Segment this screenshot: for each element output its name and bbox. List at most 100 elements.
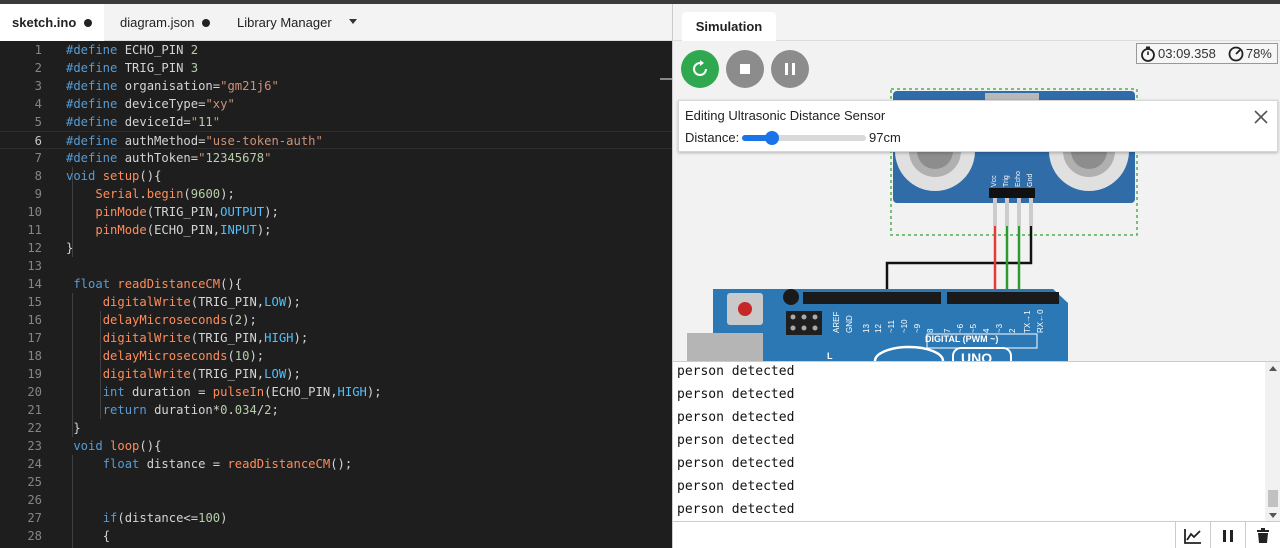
code-text: digitalWrite(TRIG_PIN,LOW); (102, 367, 301, 381)
serial-scrollbar[interactable] (1265, 362, 1280, 521)
code-line[interactable]: 23 void loop(){ (0, 437, 672, 455)
code-line[interactable]: 4 #define deviceType="xy" (0, 95, 672, 113)
code-line[interactable]: 25 (0, 473, 672, 491)
tab-diagram-json[interactable]: diagram.json (106, 4, 218, 41)
tab-library-manager[interactable]: Library Manager (222, 4, 364, 41)
code-line[interactable]: 6 #define authMethod="use-token-auth" (0, 131, 672, 149)
simulation-pane: Simulation Vcc Trig Echo Gnd DIGITAL (PW… (672, 4, 1280, 548)
simulation-timer: 03:09.358 78% (1136, 43, 1278, 64)
clear-serial-button[interactable] (1245, 522, 1279, 548)
code-line[interactable]: 11 pinMode(ECHO_PIN,INPUT); (0, 221, 672, 239)
edit-panel-title: Editing Ultrasonic Distance Sensor (685, 108, 886, 123)
code-line[interactable]: 16 delayMicroseconds(2); (0, 311, 672, 329)
trash-icon (1256, 527, 1269, 543)
wire-gnd[interactable] (853, 226, 1033, 297)
code-line[interactable]: 10 pinMode(TRIG_PIN,OUTPUT); (0, 203, 672, 221)
code-text: } (66, 241, 74, 255)
code-line[interactable]: 27 if(distance<=100) (0, 509, 672, 527)
serial-output-line: person detected (677, 364, 795, 379)
code-line[interactable]: 26 (0, 491, 672, 509)
serial-output-line: person detected (677, 410, 795, 425)
scroll-thumb[interactable] (1268, 490, 1278, 507)
code-line[interactable]: 19 digitalWrite(TRIG_PIN,LOW); (0, 365, 672, 383)
code-editor-pane: sketch.ino diagram.json Library Manager … (0, 4, 672, 548)
simulation-speed: 78% (1245, 46, 1272, 61)
code-area[interactable]: 1 #define ECHO_PIN 2 2 #define TRIG_PIN 3 3 #… (0, 41, 672, 548)
code-line[interactable]: 3 #define organisation="gm21j6" (0, 77, 672, 95)
code-text: #define TRIG_PIN 3 (66, 61, 199, 75)
pause-serial-button[interactable] (1210, 522, 1244, 548)
serial-input-bar (673, 521, 1280, 548)
distance-slider[interactable] (742, 131, 866, 145)
slider-thumb[interactable] (764, 131, 779, 145)
code-line[interactable]: 5 #define deviceId="11" (0, 113, 672, 131)
serial-monitor-output[interactable]: person detected person detected person det… (673, 361, 1280, 521)
close-icon[interactable] (1253, 109, 1269, 125)
plotter-button[interactable] (1175, 522, 1209, 548)
code-line[interactable]: 13 (0, 257, 672, 275)
code-line[interactable]: 7 #define authToken="12345678" (0, 149, 672, 167)
code-line[interactable]: 17 digitalWrite(TRIG_PIN,HIGH); (0, 329, 672, 347)
stop-simulation-button[interactable] (726, 50, 764, 88)
scroll-up-icon[interactable] (1269, 366, 1277, 371)
code-line[interactable]: 21 return duration*0.034/2; (0, 401, 672, 419)
simulation-tab-bar: Simulation (673, 4, 1280, 41)
sensor-pin-label: Echo (1015, 171, 1022, 187)
line-number: 19 (27, 367, 42, 381)
overview-ruler-mark (660, 78, 672, 80)
tab-simulation[interactable]: Simulation (682, 12, 776, 41)
serial-input[interactable] (673, 522, 1175, 548)
header-pin-label: RX←0 (1036, 309, 1045, 333)
line-number: 8 (34, 169, 42, 183)
digital-label: DIGITAL (PWM ~) (925, 334, 998, 344)
line-number: 4 (34, 97, 42, 111)
sensor-pin-label: Trig (1003, 175, 1010, 187)
serial-output-line: person detected (677, 502, 795, 517)
restart-simulation-button[interactable] (681, 50, 719, 88)
line-number: 24 (27, 457, 42, 471)
serial-output-line: person detected (677, 479, 795, 494)
tab-label: diagram.json (120, 15, 195, 30)
code-text: int duration = pulseIn(ECHO_PIN,HIGH); (102, 385, 382, 399)
code-text: void loop(){ (73, 439, 162, 453)
header-pin-label: 4 (982, 328, 991, 333)
code-text: #define authMethod="use-token-auth" (66, 134, 323, 148)
line-number: 25 (27, 475, 42, 489)
unsaved-dot-icon (202, 18, 211, 27)
header-pin-label: ~11 (887, 319, 896, 333)
serial-output-line: person detected (677, 433, 795, 448)
scroll-down-icon[interactable] (1269, 513, 1277, 518)
chart-icon (1183, 528, 1201, 544)
code-text: void setup(){ (66, 169, 162, 183)
code-line[interactable]: 28 { (0, 527, 672, 545)
code-text: #define organisation="gm21j6" (66, 79, 279, 93)
chevron-down-icon[interactable] (349, 19, 357, 24)
code-line[interactable]: 18 delayMicroseconds(10); (0, 347, 672, 365)
code-line[interactable]: 8 void setup(){ (0, 167, 672, 185)
distance-value: 97cm (869, 130, 901, 145)
code-line[interactable]: 15 digitalWrite(TRIG_PIN,LOW); (0, 293, 672, 311)
simulation-canvas[interactable]: Vcc Trig Echo Gnd DIGITAL (PWM ~) L UNO … (673, 41, 1280, 361)
header-pin-label: 12 (874, 324, 883, 333)
pause-simulation-button[interactable] (771, 50, 809, 88)
code-line[interactable]: 24 float distance = readDistanceCM(); (0, 455, 672, 473)
code-text: float readDistanceCM(){ (73, 277, 243, 291)
code-line[interactable]: 22 } (0, 419, 672, 437)
line-number: 17 (27, 331, 42, 345)
code-text: if(distance<=100) (102, 511, 228, 525)
tab-sketch-ino[interactable]: sketch.ino (0, 4, 104, 41)
line-number: 12 (27, 241, 42, 255)
code-line[interactable]: 20 int duration = pulseIn(ECHO_PIN,HIGH)… (0, 383, 672, 401)
part-edit-panel: Editing Ultrasonic Distance Sensor Dista… (678, 100, 1278, 152)
line-number: 9 (34, 187, 42, 201)
uno-logo: UNO (961, 350, 992, 361)
code-line[interactable]: 1 #define ECHO_PIN 2 (0, 41, 672, 59)
code-text: #define deviceId="11" (66, 115, 221, 129)
code-text: } (73, 421, 81, 435)
line-number: 13 (27, 259, 42, 273)
arduino-uno-board[interactable]: DIGITAL (PWM ~) L UNO AREF GND 13 12 ~11 ~10 ~… (687, 289, 1068, 361)
code-line[interactable]: 12} (0, 239, 672, 257)
code-line[interactable]: 14 float readDistanceCM(){ (0, 275, 672, 293)
code-line[interactable]: 9 Serial.begin(9600); (0, 185, 672, 203)
code-line[interactable]: 2 #define TRIG_PIN 3 (0, 59, 672, 77)
